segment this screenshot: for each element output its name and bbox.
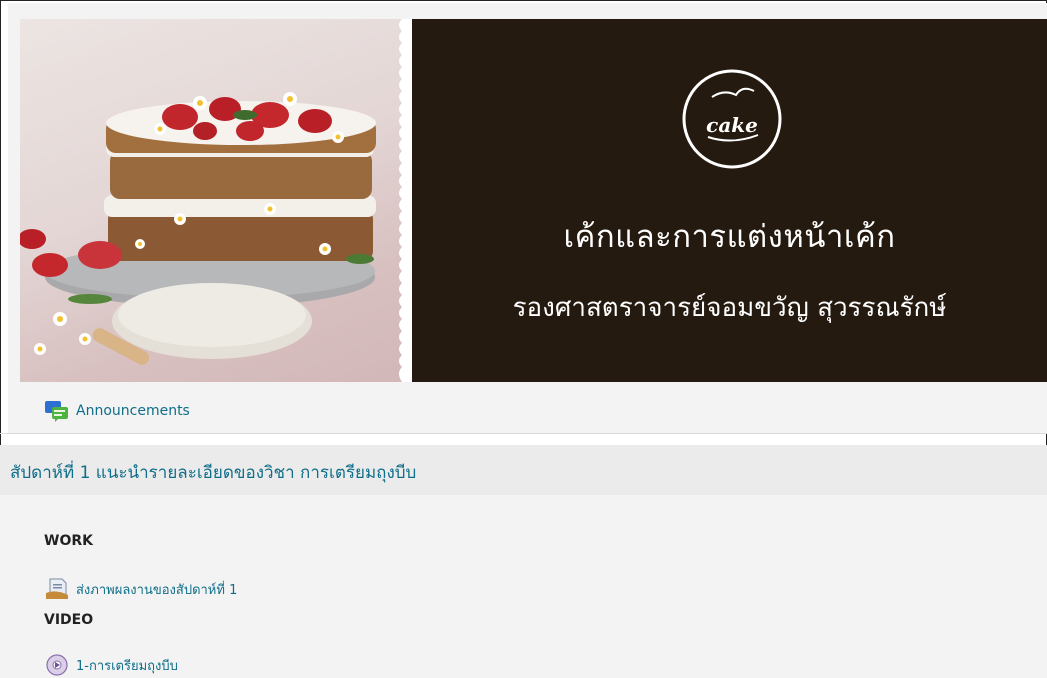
assignment-activity[interactable]: ส่งภาพผลงานของสัปดาห์ที่ 1: [44, 577, 237, 601]
announcements-label: Announcements: [76, 403, 190, 419]
cake-photo: [20, 19, 412, 382]
forum-icon: [45, 401, 68, 422]
video-activity-label: 1-การเตรียมถุงบีบ: [76, 658, 178, 674]
assignment-label: ส่งภาพผลงานของสัปดาห์ที่ 1: [76, 582, 238, 598]
announcements-link[interactable]: Announcements: [44, 397, 190, 425]
course-banner: cake เค้กและการแต่งหน้าเค้ก รองศาสตราจาร…: [20, 19, 1047, 382]
course-header-card: cake เค้กและการแต่งหน้าเค้ก รองศาสตราจาร…: [8, 3, 1047, 433]
section-divider: [0, 433, 1047, 434]
video-activity[interactable]: 1-การเตรียมถุงบีบ: [44, 653, 178, 677]
instructor-name: รองศาสตราจารย์จอมขวัญ สุวรรณรักษ์: [512, 293, 947, 323]
course-title: เค้กและการแต่งหน้าเค้ก: [563, 219, 896, 255]
work-label: WORK: [44, 533, 93, 549]
week-1-section: สัปดาห์ที่ 1 แนะนำรายละเอียดของวิชา การเ…: [0, 445, 1047, 678]
video-icon: [46, 654, 68, 676]
section-title[interactable]: สัปดาห์ที่ 1 แนะนำรายละเอียดของวิชา การเ…: [10, 459, 416, 486]
section-header: สัปดาห์ที่ 1 แนะนำรายละเอียดของวิชา การเ…: [0, 445, 1047, 495]
assignment-icon: [46, 578, 68, 599]
video-label: VIDEO: [44, 612, 94, 628]
cake-illustration: [20, 19, 412, 382]
svg-text:cake: cake: [706, 113, 758, 137]
